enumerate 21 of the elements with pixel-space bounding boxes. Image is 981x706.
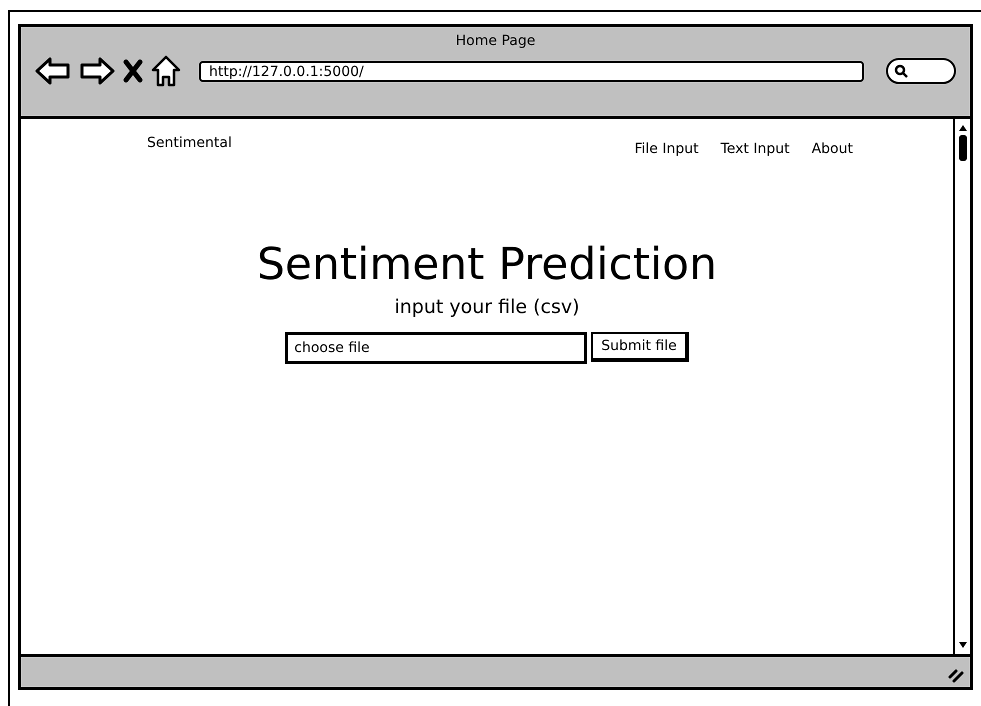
forward-icon[interactable]: [79, 57, 115, 85]
address-bar[interactable]: http://127.0.0.1:5000/: [199, 60, 864, 82]
scrollbar[interactable]: [953, 119, 970, 654]
search-icon: [894, 64, 908, 78]
file-field[interactable]: choose file: [285, 332, 588, 364]
page-heading: Sentiment Prediction: [256, 239, 717, 290]
back-icon[interactable]: [35, 57, 71, 85]
scroll-up-icon[interactable]: [956, 123, 968, 133]
nav-link[interactable]: About: [812, 141, 853, 157]
submit-button[interactable]: Submit file: [591, 332, 689, 362]
nav-link[interactable]: File Input: [634, 141, 699, 157]
page-subheading: input your file (csv): [394, 296, 580, 318]
resize-grip-icon[interactable]: [948, 669, 964, 683]
site-brand[interactable]: Sentimental: [147, 135, 232, 157]
nav-link[interactable]: Text Input: [720, 141, 790, 157]
close-icon[interactable]: [123, 59, 143, 83]
window-title: Home Page: [456, 33, 536, 51]
scroll-thumb[interactable]: [958, 135, 966, 161]
scroll-down-icon[interactable]: [956, 640, 968, 650]
home-icon[interactable]: [151, 55, 181, 87]
search-field[interactable]: [886, 58, 956, 84]
